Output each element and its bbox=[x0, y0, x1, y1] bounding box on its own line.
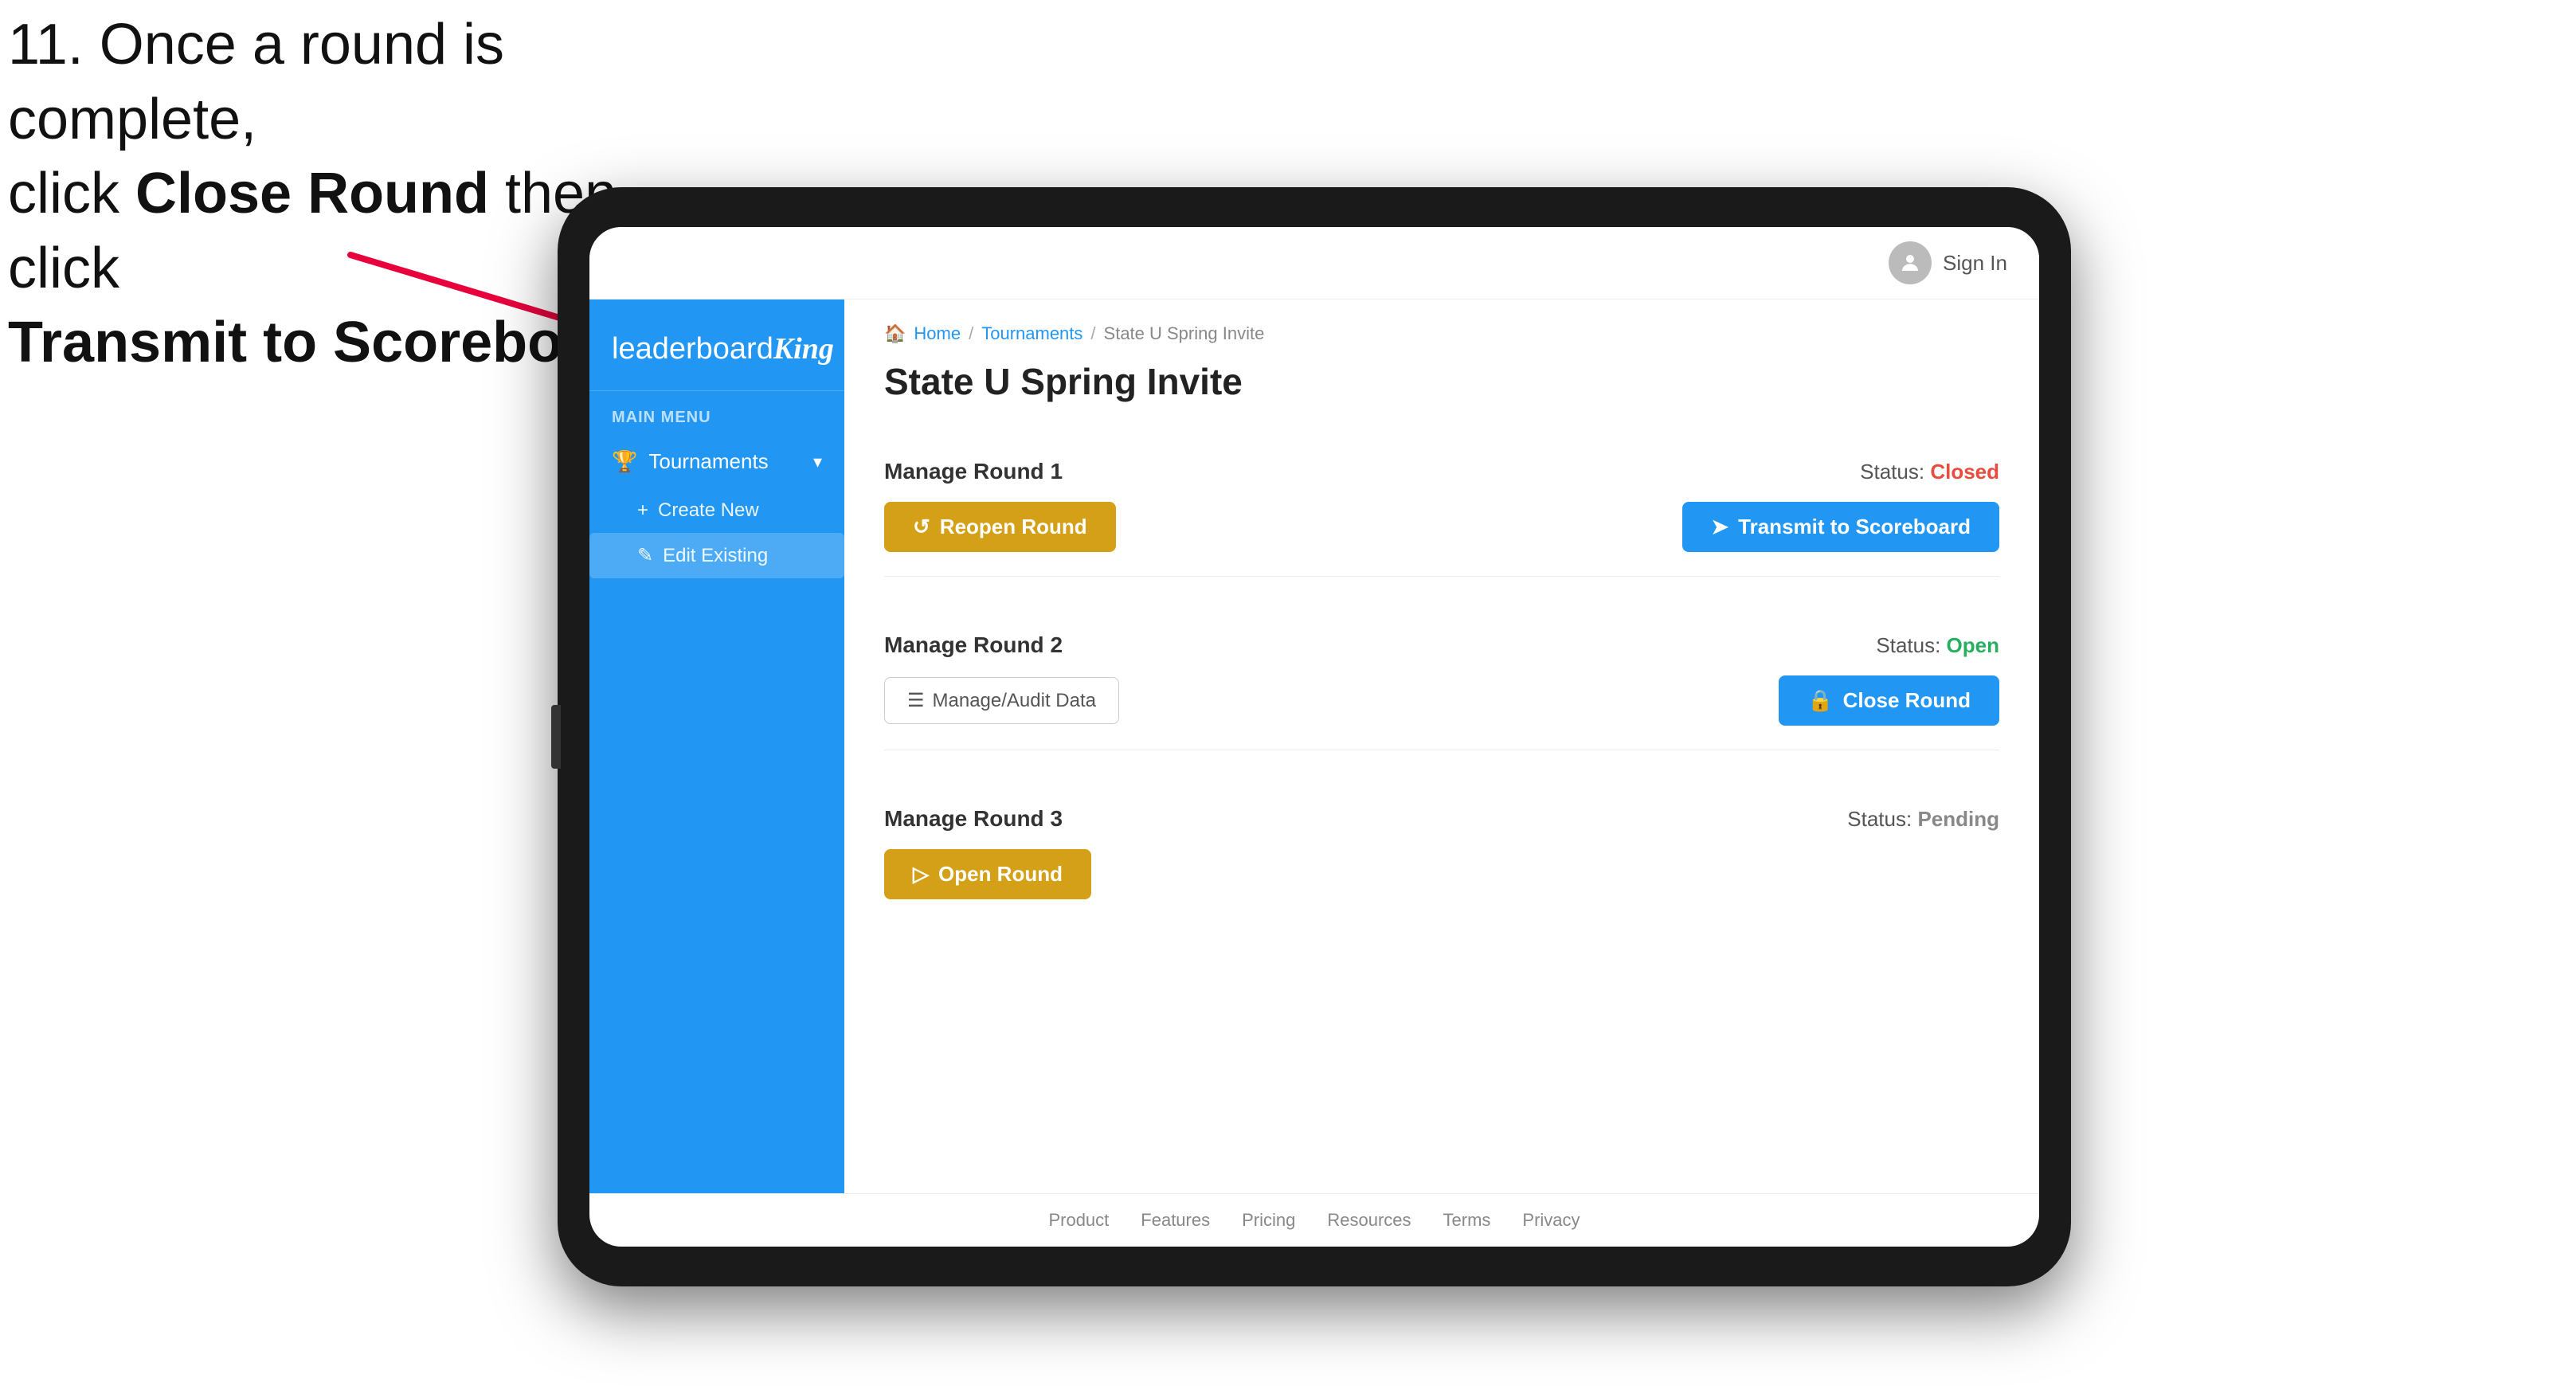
breadcrumb-home[interactable]: Home bbox=[914, 323, 961, 344]
round-3-status: Status: Pending bbox=[1847, 807, 1999, 832]
footer-resources[interactable]: Resources bbox=[1327, 1210, 1411, 1231]
sidebar-create-new[interactable]: + Create New bbox=[589, 488, 844, 533]
tablet-screen: Sign In leaderboardKing MAIN MENU 🏆 Tour… bbox=[589, 227, 2039, 1247]
footer-product[interactable]: Product bbox=[1048, 1210, 1109, 1231]
footer-privacy[interactable]: Privacy bbox=[1522, 1210, 1580, 1231]
instruction-line2: click bbox=[8, 162, 135, 225]
round-2-title: Manage Round 2 bbox=[884, 632, 1063, 658]
round-2-status: Status: Open bbox=[1876, 633, 1999, 658]
breadcrumb-tournaments[interactable]: Tournaments bbox=[981, 323, 1082, 344]
main-content: 🏠 Home / Tournaments / State U Spring In… bbox=[844, 300, 2039, 1193]
tablet-side-button bbox=[551, 705, 561, 769]
breadcrumb: 🏠 Home / Tournaments / State U Spring In… bbox=[884, 323, 1999, 344]
reopen-round-button[interactable]: ↺ Reopen Round bbox=[884, 502, 1116, 552]
open-icon: ▷ bbox=[913, 862, 929, 887]
manage-audit-button[interactable]: ☰ Manage/Audit Data bbox=[884, 677, 1119, 724]
sidebar-edit-existing[interactable]: ✎ Edit Existing bbox=[589, 533, 844, 578]
manage-label: Manage/Audit Data bbox=[933, 690, 1096, 712]
tablet-frame: Sign In leaderboardKing MAIN MENU 🏆 Tour… bbox=[558, 187, 2071, 1286]
round-3-header: Manage Round 3 Status: Pending bbox=[884, 806, 1999, 832]
manage-icon: ☰ bbox=[907, 689, 925, 712]
plus-icon: + bbox=[637, 499, 648, 522]
round-3-actions: ▷ Open Round bbox=[884, 849, 1999, 899]
round-1-header: Manage Round 1 Status: Closed bbox=[884, 459, 1999, 484]
round-1-status: Status: Closed bbox=[1860, 460, 1999, 484]
breadcrumb-sep1: / bbox=[969, 323, 973, 344]
logo-text: leaderboardKing bbox=[612, 331, 822, 366]
page-title: State U Spring Invite bbox=[884, 360, 1999, 403]
sidebar-item-tournaments-inner: 🏆 Tournaments bbox=[612, 449, 769, 474]
avatar-icon bbox=[1889, 241, 1932, 284]
lock-icon: 🔒 bbox=[1807, 688, 1833, 713]
round-2-header: Manage Round 2 Status: Open bbox=[884, 632, 1999, 658]
app-header: Sign In bbox=[589, 227, 2039, 300]
logo-king: King bbox=[773, 332, 834, 366]
app-body: leaderboardKing MAIN MENU 🏆 Tournaments … bbox=[589, 300, 2039, 1193]
create-new-label: Create New bbox=[658, 499, 759, 522]
round-2-section: Manage Round 2 Status: Open ☰ Manage/Aud… bbox=[884, 609, 1999, 750]
open-round-button[interactable]: ▷ Open Round bbox=[884, 849, 1091, 899]
edit-icon: ✎ bbox=[637, 544, 653, 567]
reopen-label: Reopen Round bbox=[940, 515, 1087, 539]
round-3-section: Manage Round 3 Status: Pending ▷ Open Ro… bbox=[884, 782, 1999, 923]
footer-features[interactable]: Features bbox=[1141, 1210, 1210, 1231]
sidebar: leaderboardKing MAIN MENU 🏆 Tournaments … bbox=[589, 300, 844, 1193]
sidebar-logo: leaderboardKing bbox=[589, 315, 844, 391]
chevron-down-icon: ▾ bbox=[813, 452, 822, 472]
footer-pricing[interactable]: Pricing bbox=[1242, 1210, 1295, 1231]
sidebar-tournaments-label: Tournaments bbox=[648, 449, 768, 474]
footer-terms[interactable]: Terms bbox=[1443, 1210, 1491, 1231]
breadcrumb-sep2: / bbox=[1090, 323, 1095, 344]
round-1-title: Manage Round 1 bbox=[884, 459, 1063, 484]
instruction-line1: 11. Once a round is complete, bbox=[8, 13, 504, 151]
reopen-icon: ↺ bbox=[913, 515, 930, 539]
transmit-scoreboard-button[interactable]: ➤ Transmit to Scoreboard bbox=[1682, 502, 1999, 552]
trophy-icon: 🏆 bbox=[612, 449, 637, 474]
app-footer: Product Features Pricing Resources Terms… bbox=[589, 1193, 2039, 1247]
edit-existing-label: Edit Existing bbox=[663, 545, 768, 567]
round-2-actions: ☰ Manage/Audit Data 🔒 Close Round bbox=[884, 675, 1999, 726]
round-3-status-value: Pending bbox=[1917, 807, 1999, 831]
round-1-section: Manage Round 1 Status: Closed ↺ Reopen R… bbox=[884, 435, 1999, 577]
close-label: Close Round bbox=[1843, 688, 1971, 713]
instruction-bold1: Close Round bbox=[135, 162, 489, 225]
transmit-label: Transmit to Scoreboard bbox=[1738, 515, 1971, 539]
round-1-actions: ↺ Reopen Round ➤ Transmit to Scoreboard bbox=[884, 502, 1999, 552]
sidebar-item-tournaments[interactable]: 🏆 Tournaments ▾ bbox=[589, 435, 844, 488]
breadcrumb-current: State U Spring Invite bbox=[1104, 323, 1265, 344]
close-round-button[interactable]: 🔒 Close Round bbox=[1779, 675, 1999, 726]
round-2-status-value: Open bbox=[1947, 633, 1999, 657]
logo-leaderboard: leaderboard bbox=[612, 332, 773, 366]
open-label: Open Round bbox=[938, 862, 1063, 887]
sign-in-area: Sign In bbox=[1889, 241, 2007, 284]
home-icon: 🏠 bbox=[884, 323, 906, 344]
transmit-icon: ➤ bbox=[1711, 515, 1728, 539]
main-menu-label: MAIN MENU bbox=[589, 391, 844, 435]
round-1-status-value: Closed bbox=[1930, 460, 1999, 484]
sign-in-label[interactable]: Sign In bbox=[1943, 251, 2007, 276]
round-3-title: Manage Round 3 bbox=[884, 806, 1063, 832]
